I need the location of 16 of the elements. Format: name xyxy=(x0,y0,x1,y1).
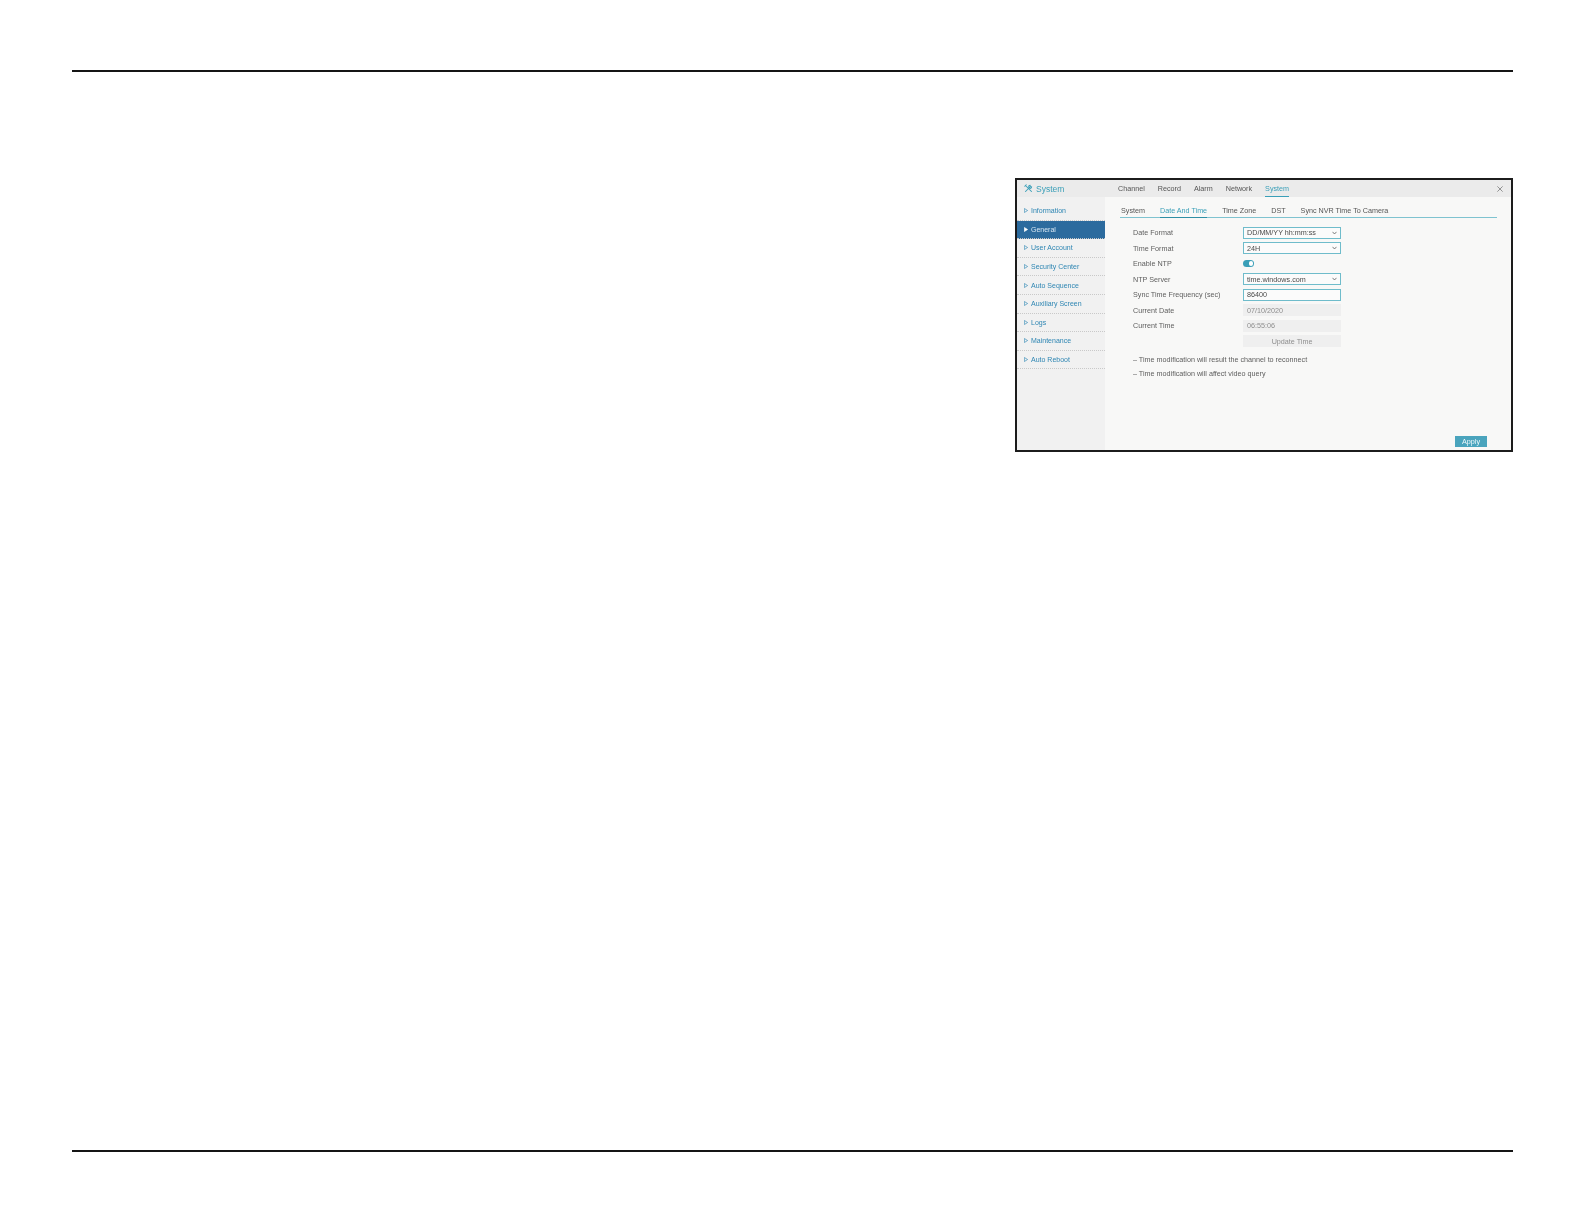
close-icon[interactable] xyxy=(1497,185,1503,192)
triangle-icon xyxy=(1024,282,1028,288)
triangle-icon xyxy=(1024,338,1028,344)
triangle-icon xyxy=(1024,301,1028,307)
triangle-icon xyxy=(1024,357,1028,363)
chevron-down-icon xyxy=(1332,230,1337,235)
triangle-icon xyxy=(1024,208,1028,214)
triangle-icon xyxy=(1024,226,1028,232)
triangle-icon xyxy=(1024,264,1028,270)
triangle-icon xyxy=(1024,319,1028,325)
window-title: System xyxy=(1036,183,1065,194)
chevron-down-icon xyxy=(1332,277,1337,282)
triangle-icon xyxy=(1024,245,1028,251)
tools-icon xyxy=(1024,184,1033,193)
toggle-switch[interactable] xyxy=(1243,260,1254,267)
chevron-down-icon xyxy=(1332,246,1337,251)
